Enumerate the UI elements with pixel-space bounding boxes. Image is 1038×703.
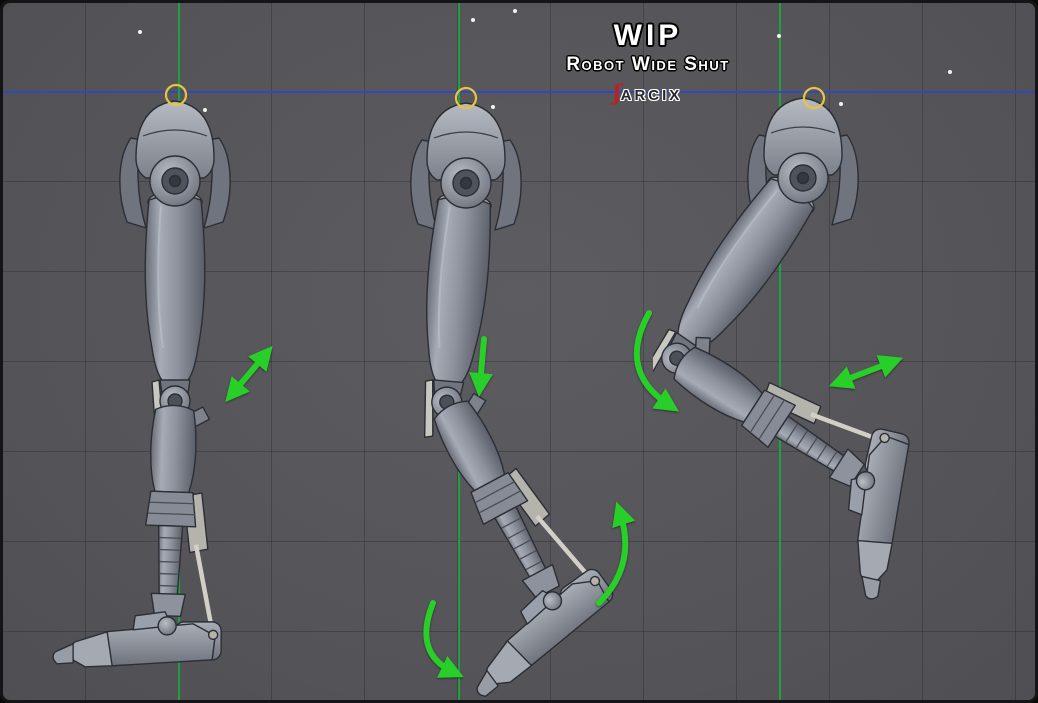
- robot-leg-pose-mid-bend: [410, 102, 614, 697]
- hip-joint: [149, 155, 201, 207]
- robot-thigh: [52, 190, 222, 668]
- robot-foot: [52, 611, 222, 668]
- robot-shin: [431, 386, 614, 697]
- ankle-joint: [157, 616, 177, 636]
- robot-thigh: [423, 192, 614, 697]
- page-subtitle: Robot Wide Shut: [566, 54, 730, 75]
- vertex-dot: [513, 9, 517, 13]
- robot-shin: [661, 336, 910, 600]
- robot-foot: [847, 428, 910, 600]
- robot-thigh: [653, 176, 910, 600]
- viewport-3d: WIP Robot Wide Shut ʃARCIX: [0, 0, 1038, 703]
- page-title: WIP: [613, 19, 683, 52]
- vertex-dot: [138, 30, 142, 34]
- robot-shin: [52, 385, 222, 668]
- hip-joint: [440, 157, 492, 209]
- robot-leg-pose-straight: [52, 100, 231, 668]
- hip-joint: [777, 152, 829, 204]
- robot-leg-pose-raised: [653, 97, 910, 600]
